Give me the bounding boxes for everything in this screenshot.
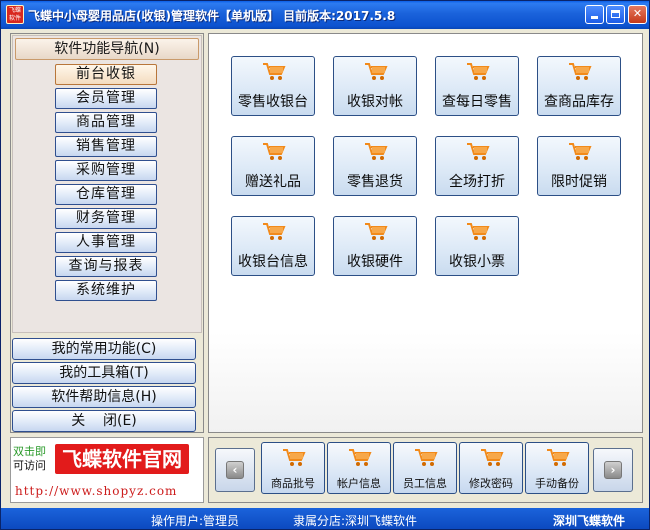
logo-title: 飞蝶软件官网 — [55, 444, 189, 474]
shopping-cart-icon — [547, 449, 570, 466]
tile-label: 收银硬件 — [347, 254, 403, 270]
app-logo-icon: 飞蝶软件 — [6, 5, 24, 24]
tile-retail-cashier[interactable]: 零售收银台 — [231, 56, 315, 116]
nav-item-system[interactable]: 系统维护 — [55, 280, 157, 301]
shopping-cart-icon — [365, 223, 388, 240]
logo-hint: 双击即 可访问 — [13, 445, 55, 473]
shopping-cart-icon — [415, 449, 438, 466]
close-icon: ✕ — [632, 7, 643, 20]
nav-item-front-cashier[interactable]: 前台收银 — [55, 64, 157, 85]
shopping-cart-icon — [467, 223, 490, 240]
toolbar-label: 修改密码 — [469, 477, 513, 490]
shopping-cart-icon — [569, 143, 592, 160]
website-logo-link[interactable]: 双击即 可访问 飞蝶软件官网 http://www.shopyz.com — [10, 437, 204, 503]
status-bar: 操作用户:管理员 隶属分店:深圳飞蝶软件 深圳飞蝶软件 — [1, 508, 649, 529]
logo-hint-line2: 可访问 — [13, 459, 46, 472]
maximize-icon — [611, 10, 620, 18]
status-company: 深圳飞蝶软件 — [553, 514, 626, 528]
chevron-left-icon: ‹ — [226, 461, 244, 479]
tile-label: 赠送礼品 — [245, 174, 301, 190]
nav-header-button[interactable]: 软件功能导航(N) — [15, 38, 199, 60]
toolbar-account-info[interactable]: 帐户信息 — [327, 442, 391, 494]
tile-label: 全场打折 — [449, 174, 505, 190]
minimize-button[interactable] — [585, 5, 604, 24]
tile-cashier-info[interactable]: 收银台信息 — [231, 216, 315, 276]
shopping-cart-icon — [349, 449, 372, 466]
nav-area: 软件功能导航(N) 前台收银 会员管理 商品管理 销售管理 采购管理 仓库管理 … — [12, 35, 202, 333]
minimize-icon — [591, 16, 598, 19]
maximize-button[interactable] — [606, 5, 625, 24]
tile-label: 限时促销 — [551, 174, 607, 190]
tile-cashier-hardware[interactable]: 收银硬件 — [333, 216, 417, 276]
tile-daily-retail[interactable]: 查每日零售 — [435, 56, 519, 116]
shopping-cart-icon — [481, 449, 504, 466]
favorites-button[interactable]: 我的常用功能(C) — [12, 338, 196, 360]
app-window: 飞蝶软件 飞蝶中小母婴用品店(收银)管理软件【单机版】 目前版本:2017.5.… — [0, 0, 650, 530]
toolbar-batch-number[interactable]: 商品批号 — [261, 442, 325, 494]
toolbar-change-password[interactable]: 修改密码 — [459, 442, 523, 494]
nav-item-members[interactable]: 会员管理 — [55, 88, 157, 109]
tile-timed-promo[interactable]: 限时促销 — [537, 136, 621, 196]
toolbar-staff-info[interactable]: 员工信息 — [393, 442, 457, 494]
toolbox-button[interactable]: 我的工具箱(T) — [12, 362, 196, 384]
tile-stock-query[interactable]: 查商品库存 — [537, 56, 621, 116]
scroll-left-button[interactable]: ‹ — [215, 448, 255, 492]
function-grid: 零售收银台 收银对帐 查每日零售 查商品库存 赠送礼品 零售退货 全场打折 限时… — [208, 33, 643, 433]
logo-url: http://www.shopyz.com — [15, 484, 178, 498]
toolbar-label: 帐户信息 — [337, 477, 381, 490]
shopping-cart-icon — [283, 449, 306, 466]
close-window-button[interactable]: ✕ — [628, 5, 647, 24]
status-branch: 隶属分店:深圳飞蝶软件 — [293, 514, 418, 528]
window-title: 飞蝶中小母婴用品店(收银)管理软件【单机版】 目前版本:2017.5.8 — [28, 9, 396, 23]
tile-label: 查商品库存 — [544, 94, 614, 110]
tile-store-discount[interactable]: 全场打折 — [435, 136, 519, 196]
nav-item-sales[interactable]: 销售管理 — [55, 136, 157, 157]
nav-item-purchasing[interactable]: 采购管理 — [55, 160, 157, 181]
tile-label: 零售收银台 — [238, 94, 308, 110]
shopping-cart-icon — [467, 143, 490, 160]
toolbar-label: 手动备份 — [535, 477, 579, 490]
tile-gift[interactable]: 赠送礼品 — [231, 136, 315, 196]
shopping-cart-icon — [263, 63, 286, 80]
shopping-cart-icon — [263, 143, 286, 160]
tile-receipt[interactable]: 收银小票 — [435, 216, 519, 276]
toolbar-label: 商品批号 — [271, 477, 315, 490]
chevron-right-icon: › — [604, 461, 622, 479]
shopping-cart-icon — [365, 143, 388, 160]
nav-item-reports[interactable]: 查询与报表 — [55, 256, 157, 277]
logo-hint-line1: 双击即 — [13, 445, 46, 458]
tile-label: 收银台信息 — [238, 254, 308, 270]
shopping-cart-icon — [467, 63, 490, 80]
title-bar[interactable]: 飞蝶软件 飞蝶中小母婴用品店(收银)管理软件【单机版】 目前版本:2017.5.… — [1, 1, 649, 29]
tile-cash-reconcile[interactable]: 收银对帐 — [333, 56, 417, 116]
shopping-cart-icon — [365, 63, 388, 80]
tile-label: 零售退货 — [347, 174, 403, 190]
tile-label: 收银小票 — [449, 254, 505, 270]
tile-retail-return[interactable]: 零售退货 — [333, 136, 417, 196]
close-button[interactable]: 关 闭(E) — [12, 410, 196, 432]
help-button[interactable]: 软件帮助信息(H) — [12, 386, 196, 408]
tile-label: 查每日零售 — [442, 94, 512, 110]
nav-item-hr[interactable]: 人事管理 — [55, 232, 157, 253]
left-panel: 软件功能导航(N) 前台收银 会员管理 商品管理 销售管理 采购管理 仓库管理 … — [10, 33, 204, 433]
shopping-cart-icon — [263, 223, 286, 240]
status-user: 操作用户:管理员 — [151, 514, 240, 528]
toolbar-label: 员工信息 — [403, 477, 447, 490]
toolbar-manual-backup[interactable]: 手动备份 — [525, 442, 589, 494]
nav-item-products[interactable]: 商品管理 — [55, 112, 157, 133]
nav-item-finance[interactable]: 财务管理 — [55, 208, 157, 229]
shopping-cart-icon — [569, 63, 592, 80]
tile-label: 收银对帐 — [347, 94, 403, 110]
scroll-right-button[interactable]: › — [593, 448, 633, 492]
quick-toolbar: ‹ 商品批号 帐户信息 员工信息 修改密码 手动备份 › — [208, 437, 643, 503]
nav-item-warehouse[interactable]: 仓库管理 — [55, 184, 157, 205]
content-area: 软件功能导航(N) 前台收银 会员管理 商品管理 销售管理 采购管理 仓库管理 … — [4, 30, 646, 508]
